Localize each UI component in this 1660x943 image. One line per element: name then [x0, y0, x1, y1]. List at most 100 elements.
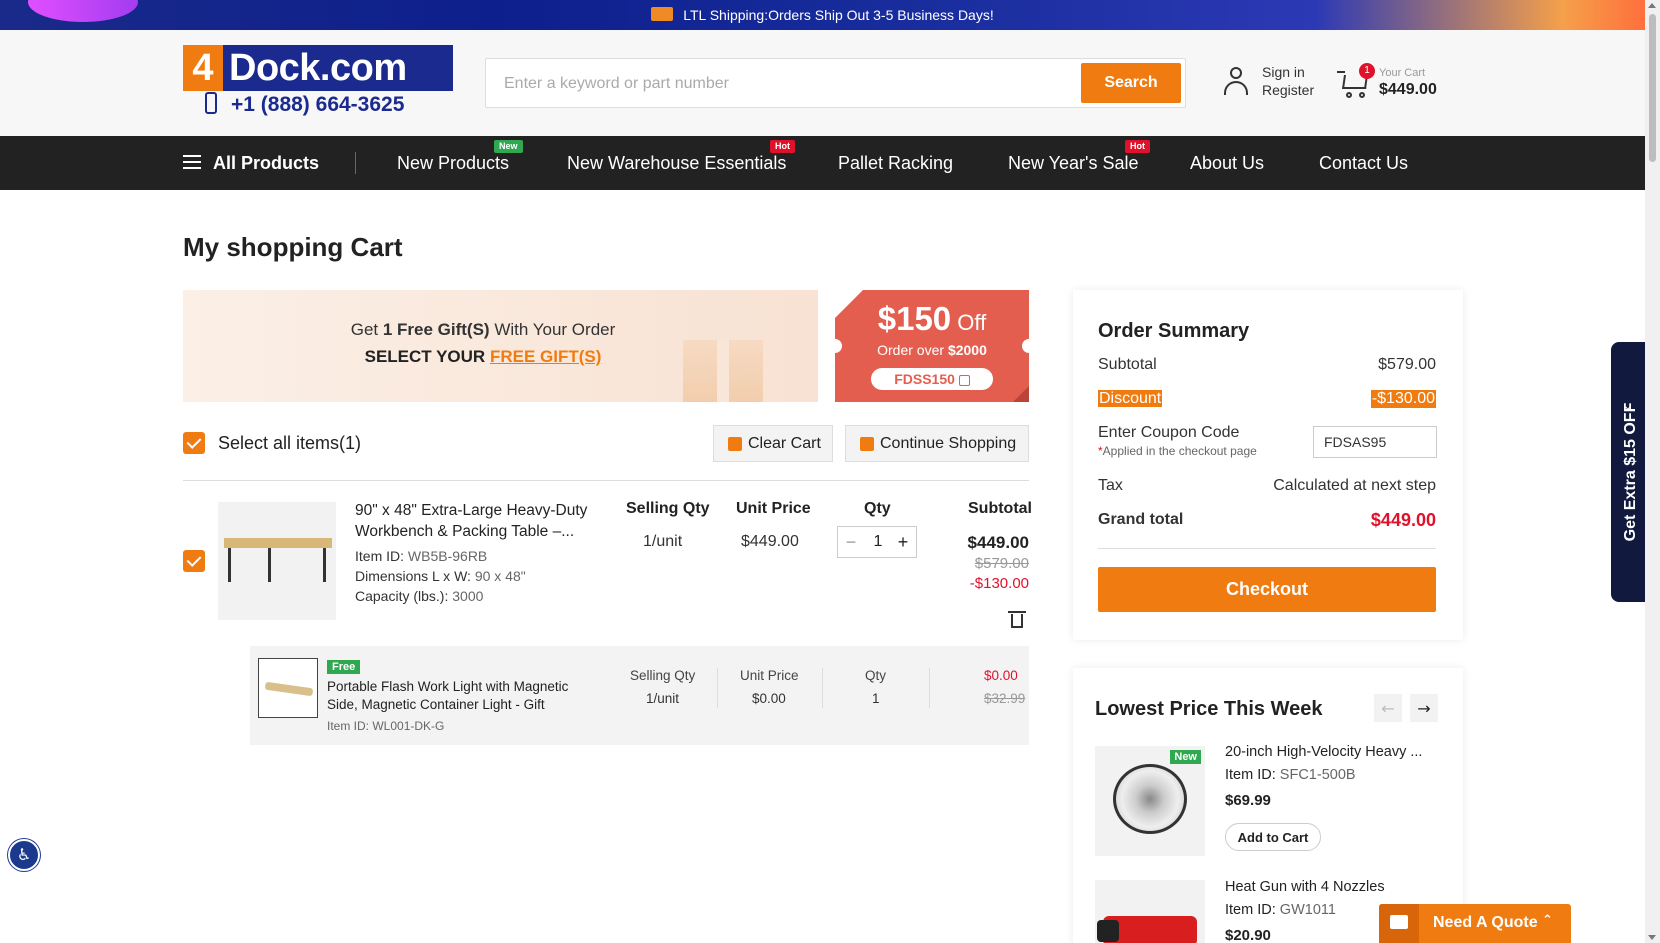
product-item-id: Item ID: WB5B-96RB — [355, 548, 488, 564]
accessibility-icon[interactable]: ♿ — [8, 839, 40, 871]
hot-tag: Hot — [770, 140, 795, 153]
nav-item-label: New Products — [397, 153, 510, 173]
page-title: My shopping Cart — [183, 232, 403, 262]
copy-icon[interactable] — [958, 374, 970, 386]
fan-image[interactable]: New — [1095, 746, 1205, 856]
continue-shopping-button[interactable]: Continue Shopping — [845, 425, 1029, 462]
gift-select-text: SELECT YOUR FREE GIFT(S) — [364, 347, 602, 366]
delete-item-icon[interactable] — [1008, 609, 1026, 629]
qty-value[interactable]: 1 — [864, 527, 892, 557]
nav-item-label: New Warehouse Essentials — [567, 153, 787, 173]
nav-divider — [355, 152, 356, 174]
checkout-button[interactable]: Checkout — [1098, 567, 1436, 612]
coupon-code[interactable]: FDSS150 — [871, 368, 993, 390]
workbench-image[interactable] — [218, 502, 336, 620]
register-link[interactable]: Register — [1262, 81, 1314, 99]
lowest-product-name[interactable]: 20-inch High-Velocity Heavy ... — [1225, 744, 1422, 760]
nav-item-label: Contact Us — [1319, 153, 1409, 173]
gift-col-unit-price: Unit Price — [740, 668, 799, 683]
sign-in-link[interactable]: Sign in — [1262, 63, 1314, 81]
header-cart[interactable]: 1 Your Cart $449.00 — [1337, 63, 1447, 107]
lowest-product-price: $20.90 — [1225, 927, 1271, 943]
cart-count-badge: 1 — [1359, 63, 1375, 79]
scrollbar-thumb[interactable] — [1649, 14, 1656, 162]
product-capacity: Capacity (lbs.): 3000 — [355, 588, 484, 604]
select-all-checkbox[interactable] — [183, 432, 205, 454]
menu-icon — [183, 155, 201, 170]
account-menu[interactable]: Sign in Register — [1222, 63, 1332, 103]
product-name[interactable]: 90" x 48" Extra-Large Heavy-Duty Workbenc… — [355, 500, 595, 542]
qty-increase-button[interactable]: + — [890, 527, 916, 557]
lowest-price-panel: Lowest Price This Week ← → New 20-inch H… — [1073, 668, 1463, 943]
item-original-price: $579.00 — [974, 555, 1029, 572]
coupon-amount: $150 Off — [877, 300, 987, 337]
coupon-code-input[interactable] — [1313, 426, 1437, 458]
nav-item-label: New Year's Sale — [1008, 153, 1139, 173]
extra-discount-label: Get Extra $15 OFF — [1622, 402, 1639, 542]
scroll-down-icon[interactable] — [1648, 935, 1656, 940]
nav-item-warehouse-essentials[interactable]: New Warehouse Essentials Hot — [567, 136, 795, 190]
nav-all-products-label: All Products — [213, 153, 320, 173]
next-arrow-icon[interactable]: → — [1410, 694, 1438, 722]
cart-label: Your Cart — [1379, 67, 1426, 79]
hot-tag: Hot — [1125, 140, 1150, 153]
phone-number[interactable]: +1 (888) 664-3625 — [205, 92, 404, 117]
chevron-up-icon: ⌃ — [1542, 913, 1553, 928]
need-a-quote-button[interactable]: Need A Quote ⌃ — [1379, 904, 1571, 943]
search-input[interactable] — [504, 69, 1064, 99]
item-checkbox[interactable] — [183, 550, 205, 572]
gift-count: 1 Free Gift(S) — [382, 320, 490, 339]
gift-offer-text: Get 1 Free Gift(S) With Your Order — [350, 320, 616, 339]
add-to-cart-button[interactable]: Add to Cart — [1225, 823, 1321, 851]
chat-icon — [1379, 904, 1419, 943]
nav-item-new-years-sale[interactable]: New Year's Sale Hot — [1008, 136, 1150, 190]
free-gift-link[interactable]: FREE GIFT(S) — [490, 347, 601, 366]
coupon-condition: Order over $2000 — [877, 342, 987, 358]
gift-item-row: Free Portable Flash Work Light with Magn… — [250, 646, 1029, 745]
nav-item-contact-us[interactable]: Contact Us — [1319, 136, 1408, 190]
divider — [183, 480, 1029, 481]
site-logo[interactable]: 4 Dock.com — [183, 45, 453, 91]
col-unit-price: Unit Price — [736, 500, 811, 517]
product-dimensions: Dimensions L x W: 90 x 48" — [355, 568, 526, 584]
nav-item-pallet-racking[interactable]: Pallet Racking — [838, 136, 953, 190]
lowest-product-id: Item ID: GW1011 — [1225, 902, 1336, 918]
selling-qty-value: 1/unit — [643, 533, 683, 550]
cart-icon — [860, 437, 874, 451]
free-gift-banner: Get 1 Free Gift(S) With Your Order SELEC… — [183, 290, 818, 402]
logo-dock: Dock.com — [223, 45, 453, 91]
search-button[interactable]: Search — [1081, 63, 1181, 103]
gift-price: $0.00 — [984, 668, 1018, 683]
gift-qty: 1 — [872, 691, 880, 706]
nav-item-label: Pallet Racking — [838, 153, 954, 173]
summary-grand-total: Grand total $449.00 — [1098, 510, 1436, 530]
lowest-product-price: $69.99 — [1225, 792, 1271, 809]
scrollbar[interactable] — [1645, 0, 1660, 943]
qty-decrease-button[interactable]: − — [838, 527, 864, 557]
work-light-image[interactable] — [258, 658, 318, 718]
quantity-stepper[interactable]: − 1 + — [837, 526, 917, 558]
site-header: 4 Dock.com +1 (888) 664-3625 Search Sign… — [0, 30, 1645, 136]
nav-item-about-us[interactable]: About Us — [1190, 136, 1264, 190]
coupon-applied-note: *Applied in the checkout page — [1098, 444, 1257, 458]
summary-tax: Tax Calculated at next step — [1098, 477, 1436, 494]
gift-col-qty: Qty — [865, 668, 887, 683]
prev-arrow-icon[interactable]: ← — [1374, 694, 1402, 722]
nav-all-products[interactable]: All Products — [183, 136, 319, 190]
order-summary-title: Order Summary — [1098, 320, 1250, 342]
logo-four: 4 — [183, 45, 223, 91]
heat-gun-icon — [1097, 916, 1197, 943]
banner-decoration — [28, 0, 138, 22]
heat-gun-image[interactable] — [1095, 880, 1205, 943]
col-qty: Qty — [864, 500, 891, 517]
gift-selling-qty: 1/unit — [646, 691, 680, 706]
item-discount: -$130.00 — [969, 575, 1029, 592]
gift-original-price: $32.99 — [984, 691, 1026, 706]
select-all[interactable]: Select all items(1) — [183, 432, 361, 454]
gift-item-name[interactable]: Portable Flash Work Light with Magnetic S… — [327, 678, 597, 714]
clear-cart-button[interactable]: Clear Cart — [713, 425, 833, 462]
fan-icon — [1113, 764, 1187, 834]
lowest-product-name[interactable]: Heat Gun with 4 Nozzles — [1225, 879, 1385, 895]
scroll-up-icon[interactable] — [1648, 3, 1656, 8]
nav-item-new-products[interactable]: New Products New — [397, 136, 523, 190]
